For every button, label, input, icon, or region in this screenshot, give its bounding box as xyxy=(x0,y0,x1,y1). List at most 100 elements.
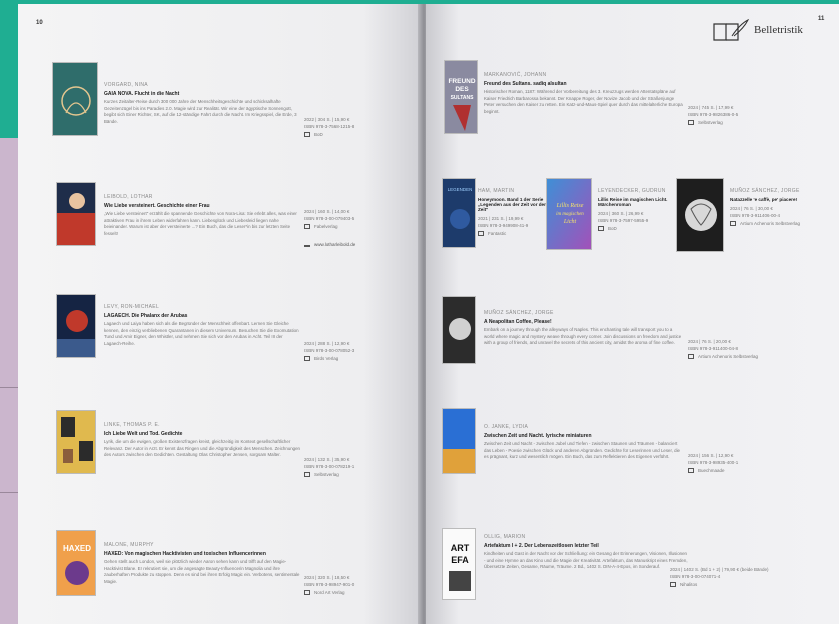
book-publisher: Selbstverlag xyxy=(688,119,798,126)
book-meta: 2021 | 231 S. | 19,99 € ISBN 978-3-94990… xyxy=(478,215,548,238)
svg-text:Lillis Reise: Lillis Reise xyxy=(556,203,584,209)
publisher-icon xyxy=(304,472,310,478)
book-isbn: ISBN 978-3-7568-1215-8 xyxy=(304,124,355,130)
publisher-icon xyxy=(688,354,694,360)
book-entry: OLLIG, MARION Artefaktum I + 2. Der Lebe… xyxy=(484,534,688,571)
publisher-name: Fantastic xyxy=(488,231,507,237)
book-isbn: ISBN 978-3-911400-04-8 xyxy=(688,346,738,352)
publisher-icon xyxy=(304,224,310,230)
book-blurb: Lagaech und Laiya haben sich als die Beg… xyxy=(104,321,299,346)
book-blurb: Gehen stellt auch London, weil sie plötz… xyxy=(104,559,300,584)
book-cover xyxy=(442,408,476,474)
svg-text:SULTANS: SULTANS xyxy=(451,95,475,101)
book-cover xyxy=(56,410,96,474)
book-blurb: Zwischen Zeit und Nacht - zwischen Jubel… xyxy=(484,441,681,460)
section-badge: Belletristik xyxy=(710,18,803,42)
book-cover: Lillis Reise im magischen Licht xyxy=(546,178,592,250)
book-cover xyxy=(442,296,476,364)
publisher-name: BoD xyxy=(314,132,323,138)
cart-icon xyxy=(304,242,310,247)
publisher-icon xyxy=(478,231,484,237)
book-author: MARKANOVIĆ, JOHANN xyxy=(484,72,547,78)
book-author: LEIBOLD, LOTHAR xyxy=(104,194,153,200)
book-publisher: Artium Achenoris Selbstverlag xyxy=(688,353,798,360)
publisher-name: Selbstverlag xyxy=(314,472,339,478)
book-author: LEVY, RON-MICHAEL xyxy=(104,304,160,310)
publisher-icon xyxy=(688,468,694,474)
book-entry: MALONE, MURPHY HAXED: Von magischen Hack… xyxy=(104,542,300,585)
publisher-name: Artium Achenoris Selbstverlag xyxy=(740,221,801,227)
book-isbn: ISBN 978-3-00-078052-3 xyxy=(304,348,355,354)
svg-text:LEGENDEN: LEGENDEN xyxy=(448,187,473,192)
book-entry: HAM, MARTIN Honeymoon. Band 1 der Serie … xyxy=(478,188,548,238)
book-meta: 2024 | 76 S. | 20,00 € ISBN 978-3-911400… xyxy=(688,338,798,361)
book-publisher: Selbstverlag xyxy=(304,471,404,478)
book-quill-icon xyxy=(713,18,750,41)
publisher-icon xyxy=(730,221,736,227)
book-isbn: ISBN 978-3-00-078219-1 xyxy=(304,464,355,470)
book-title: HAXED: Von magischen Hacktivisten und to… xyxy=(104,551,266,557)
book-price: 2024 | 156 S. | 12,90 € xyxy=(688,453,734,458)
book-isbn: ISBN 978-3-949908-41-9 xyxy=(478,223,529,229)
book-author: VORGARD, NINA xyxy=(104,82,148,88)
book-author: LINKE, THOMAS P. E. xyxy=(104,422,160,428)
book-cover xyxy=(52,62,98,136)
book-meta: 2022 | 304 S. | 15,90 € ISBN 978-3-7568-… xyxy=(304,116,404,139)
book-author: HAM, MARTIN xyxy=(478,188,515,194)
svg-text:FREUND: FREUND xyxy=(448,78,475,85)
book-blurb: Kindheiten und Gast in der Nacht vor der… xyxy=(484,551,688,570)
book-price: 2024 | 288 S. | 12,90 € xyxy=(304,341,350,346)
left-page: 10 VORGARD, NINA GAIA NOVA. Flucht in di… xyxy=(18,4,424,624)
page-number-left: 10 xyxy=(36,20,43,26)
publisher-icon xyxy=(304,132,310,138)
book-entry: O. JANKE, LYDIA Zwischen Zeit und Nacht.… xyxy=(484,424,684,461)
book-title: Wie Liebe versteinert. Geschichte einer … xyxy=(104,203,210,209)
publisher-icon xyxy=(670,582,676,588)
publisher-name: Fabelverlag xyxy=(314,224,338,230)
book-author: O. JANKE, LYDIA xyxy=(484,424,529,430)
book-cover xyxy=(56,294,96,358)
book-cover: HAXED xyxy=(56,530,96,596)
book-title: Artefaktum I + 2. Der Lebenszeitlosen le… xyxy=(484,543,599,549)
website-link[interactable]: www.lotharleibold.de xyxy=(314,241,355,248)
book-cover xyxy=(56,182,96,246)
book-author: MUÑOZ SÁNCHEZ, JORGE xyxy=(730,188,800,194)
book-price: 2024 | 76 S. | 20,00 € xyxy=(688,339,731,344)
publisher-name: Artium Achenoris Selbstverlag xyxy=(698,354,759,360)
book-price: 2024 | 132 S. | 35,90 € xyxy=(304,457,350,462)
publisher-name: Nihalitos xyxy=(680,582,698,588)
book-isbn: ISBN 978-3-911406-00-4 xyxy=(730,213,780,219)
publisher-icon xyxy=(304,356,310,362)
book-publisher: Nord Art Verlag xyxy=(304,589,404,596)
publisher-name: Nord Art Verlag xyxy=(314,590,345,596)
book-title: LAGAECH. Die Phalanx der Arubas xyxy=(104,313,188,319)
book-meta: 2024 | 156 S. | 12,90 € ISBN 978-3-98935… xyxy=(688,452,798,475)
book-price: 2024 | 76 S. | 30,00 € xyxy=(730,206,773,211)
book-entry: LEIBOLD, LOTHAR Wie Liebe versteinert. G… xyxy=(104,194,300,237)
book-title: Natazzelle 'e caffè, pe' piacere! xyxy=(730,197,798,202)
publisher-icon xyxy=(688,120,694,126)
book-blurb: „Wie Liebe versteinert" erzählt die span… xyxy=(104,211,297,236)
publisher-icon xyxy=(598,226,604,232)
book-entry: MUÑOZ SÁNCHEZ, JORGE Natazzelle 'e caffè… xyxy=(730,188,804,228)
book-meta: 2024 | 320 S. | 18,50 € ISBN 978-3-98947… xyxy=(304,574,404,597)
book-meta: 2024 | 132 S. | 35,90 € ISBN 978-3-00-07… xyxy=(304,456,404,479)
book-publisher: Birds Verlag xyxy=(304,355,404,362)
book-author: MUÑOZ SÁNCHEZ, JORGE xyxy=(484,310,554,316)
book-publisher: Nihalitos xyxy=(670,581,810,588)
book-isbn: ISBN 978-3-9826386-0-5 xyxy=(688,112,739,118)
section-label: Belletristik xyxy=(754,24,803,36)
book-price: 2024 | 320 S. | 18,50 € xyxy=(304,575,350,580)
book-entry: MUÑOZ SÁNCHEZ, JORGE A Neapolitan Coffee… xyxy=(484,310,684,347)
book-website[interactable]: www.lotharleibold.de xyxy=(304,241,404,248)
book-meta: 2024 | 76 S. | 30,00 € ISBN 978-3-911406… xyxy=(730,205,804,228)
book-isbn: ISBN 978-3-98947-901-0 xyxy=(304,582,355,588)
svg-text:EFA: EFA xyxy=(451,555,469,565)
book-entry: LINKE, THOMAS P. E. Ich Liebe Welt und T… xyxy=(104,422,300,459)
book-meta: 2024 | 1402 S. (Bd 1 + 2) | 79,90 € (bei… xyxy=(670,566,810,589)
book-isbn: ISBN 978-3-98935-400-1 xyxy=(688,460,739,466)
book-meta: 2024 | 288 S. | 12,90 € ISBN 978-3-00-07… xyxy=(304,340,404,363)
book-entry: MARKANOVIĆ, JOHANN Freund des Sultans. s… xyxy=(484,72,684,115)
book-price: 2024 | 745 S. | 17,99 € xyxy=(688,105,734,110)
publisher-name: Buechmaade xyxy=(698,468,725,474)
